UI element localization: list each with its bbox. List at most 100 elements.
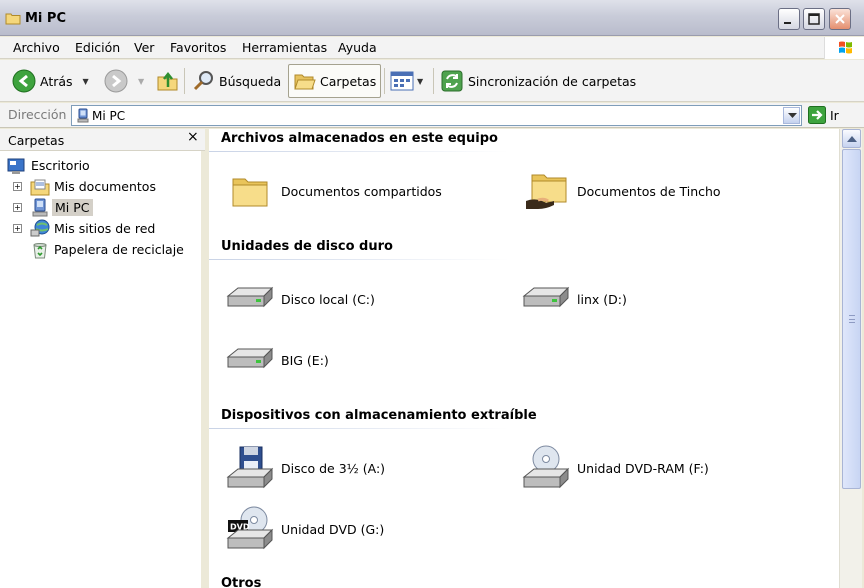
shared-folder-icon [521,167,571,215]
vertical-scrollbar[interactable] [839,129,862,588]
hard-drive-icon [521,275,571,323]
menu-ayuda[interactable]: Ayuda [338,40,377,55]
my-documents-icon [30,179,50,195]
tree-item-label: Papelera de reciclaje [54,242,184,257]
up-folder-icon [157,71,178,91]
item-label: Unidad DVD (G:) [281,521,385,537]
scroll-thumb[interactable] [842,149,861,489]
folder-open-icon [294,74,316,90]
folders-pane-title: Carpetas [8,133,65,148]
expand-icon[interactable]: + [13,203,22,212]
maximize-button[interactable] [803,8,825,30]
go-label: Ir [830,107,839,123]
item-unidad-dvd-g[interactable]: DVD Unidad DVD (G:) [225,505,384,553]
folder-icon [225,167,275,215]
item-linx-d[interactable]: linx (D:) [521,275,627,323]
folders-button[interactable]: Carpetas [288,64,382,98]
tree-item-mis-sitios-de-red[interactable]: Mis sitios de red [30,218,155,239]
network-icon [30,219,50,236]
item-label: Unidad DVD-RAM (F:) [577,460,709,476]
tree-item-label: Mi PC [52,199,93,216]
item-label: linx (D:) [577,291,627,307]
item-disco-35-a[interactable]: Disco de 3½ (A:) [225,444,385,492]
item-label: Disco de 3½ (A:) [281,460,386,476]
sync-icon [441,70,463,92]
forward-arrow-icon [104,69,128,93]
item-unidad-dvd-ram-f[interactable]: Unidad DVD-RAM (F:) [521,444,709,492]
views-dropdown-icon[interactable]: ▼ [417,77,423,86]
group-divider [209,151,509,152]
address-bar: Dirección Mi PC Ir [0,103,864,128]
search-label: Búsqueda [219,73,282,89]
title-bar[interactable]: Mi PC [0,0,864,36]
address-input[interactable]: Mi PC [71,105,802,126]
toolbar-separator [433,68,434,94]
standard-toolbar: Atrás ▼ ▼ Búsqueda Carpetas ▼ Sincroniza… [0,60,864,102]
back-dropdown-icon[interactable]: ▼ [83,77,89,86]
menu-archivo[interactable]: Archivo [13,40,60,55]
windows-logo-icon [824,37,864,59]
hard-drive-icon [225,275,275,323]
item-label: Documentos de Tincho [577,183,721,199]
group-title-removable: Dispositivos con almacenamiento extraíbl… [221,408,537,423]
toolbar-separator [184,68,185,94]
tree-item-mi-pc[interactable]: Mi PC [30,197,93,218]
computer-icon [76,108,90,126]
search-icon [193,71,213,91]
forward-button[interactable]: ▼ [104,64,144,98]
menu-ver[interactable]: Ver [134,40,154,55]
address-dropdown-button[interactable] [783,107,800,124]
recycle-bin-icon [33,242,47,258]
item-documentos-compartidos[interactable]: Documentos compartidos [225,167,442,215]
item-disco-local-c[interactable]: Disco local (C:) [225,275,375,323]
item-big-e[interactable]: BIG (E:) [225,336,329,384]
up-folder-button[interactable] [156,64,180,98]
back-arrow-icon [12,69,36,93]
menu-favoritos[interactable]: Favoritos [170,40,226,55]
dvd-ram-drive-icon [521,444,571,492]
search-button[interactable]: Búsqueda [192,64,281,98]
sync-folders-button[interactable]: Sincronización de carpetas [440,64,636,98]
group-title-other: Otros [221,576,262,588]
folders-pane-header: Carpetas × [0,129,205,151]
tree-item-mis-documentos[interactable]: Mis documentos [30,176,156,197]
folder-icon [5,11,21,28]
address-value: Mi PC [92,109,126,123]
hard-drive-icon [225,336,275,384]
item-label: BIG (E:) [281,352,329,368]
go-button[interactable]: Ir [808,106,839,124]
address-label: Dirección [8,107,67,122]
folders-label: Carpetas [320,73,377,89]
scroll-up-button[interactable] [842,129,861,148]
group-divider [209,428,509,429]
menu-herramientas[interactable]: Herramientas [242,40,327,55]
computer-icon [32,198,48,216]
close-button[interactable] [829,8,851,30]
views-button[interactable]: ▼ [390,64,423,98]
explorer-window: Mi PC Archivo Edición Ver Favoritos Herr… [0,0,864,588]
views-icon [390,71,414,91]
minimize-button[interactable] [778,8,800,30]
menu-edicion[interactable]: Edición [75,40,120,55]
item-documentos-de-tincho[interactable]: Documentos de Tincho [521,167,721,215]
tree-item-label: Mis sitios de red [54,221,156,236]
go-arrow-icon [808,106,826,124]
tree-item-label: Escritorio [31,158,90,173]
dvd-drive-icon: DVD [225,505,275,553]
forward-dropdown-icon[interactable]: ▼ [138,77,144,86]
group-title-files: Archivos almacenados en este equipo [221,131,498,146]
expand-icon[interactable]: + [13,182,22,191]
tree-item-papelera[interactable]: Papelera de reciclaje [30,239,184,260]
content-pane: Archivos almacenados en este equipo Docu… [209,129,839,588]
tree-item-escritorio[interactable]: Escritorio [7,155,90,176]
toolbar-separator [384,68,385,94]
close-pane-icon[interactable]: × [187,129,199,145]
folders-pane: Carpetas × Escritorio + Mis documentos +… [0,129,205,588]
back-button[interactable]: Atrás ▼ [12,64,89,98]
group-title-drives: Unidades de disco duro [221,239,393,254]
sync-label: Sincronización de carpetas [468,73,637,89]
floppy-drive-icon [225,444,275,492]
group-divider [209,259,509,260]
item-label: Disco local (C:) [281,291,375,307]
expand-icon[interactable]: + [13,224,22,233]
